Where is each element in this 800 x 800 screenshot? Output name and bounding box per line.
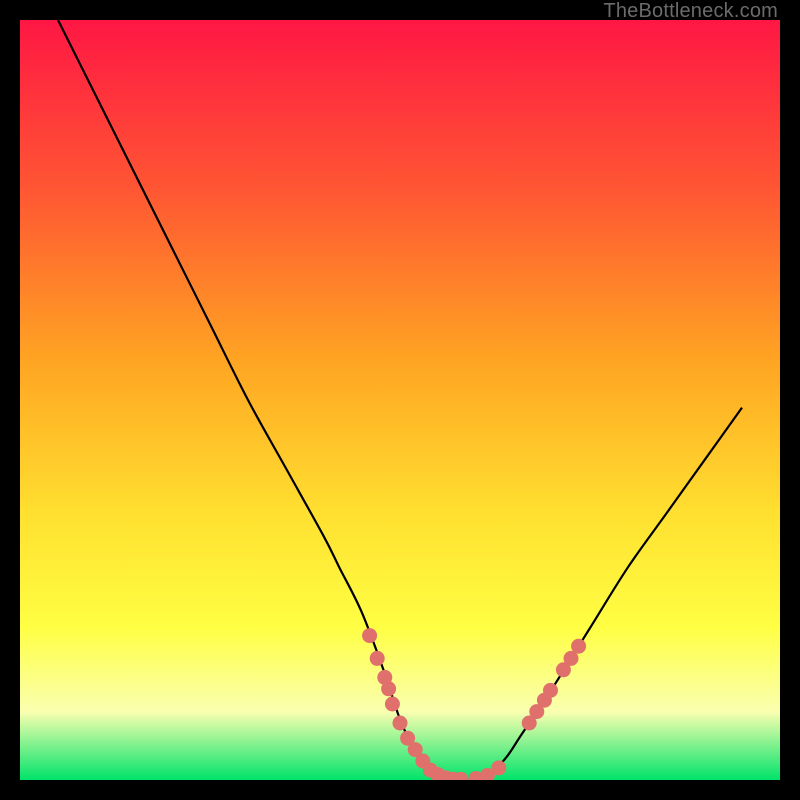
marker-dot (381, 681, 396, 696)
marker-dot (385, 697, 400, 712)
marker-dot (362, 628, 377, 643)
marker-dot (370, 651, 385, 666)
bottleneck-chart (20, 20, 780, 780)
marker-dot (543, 683, 558, 698)
chart-frame (20, 20, 780, 780)
gradient-background (20, 20, 780, 780)
marker-dot (491, 760, 506, 775)
marker-dot (571, 639, 586, 654)
marker-dot (393, 716, 408, 731)
